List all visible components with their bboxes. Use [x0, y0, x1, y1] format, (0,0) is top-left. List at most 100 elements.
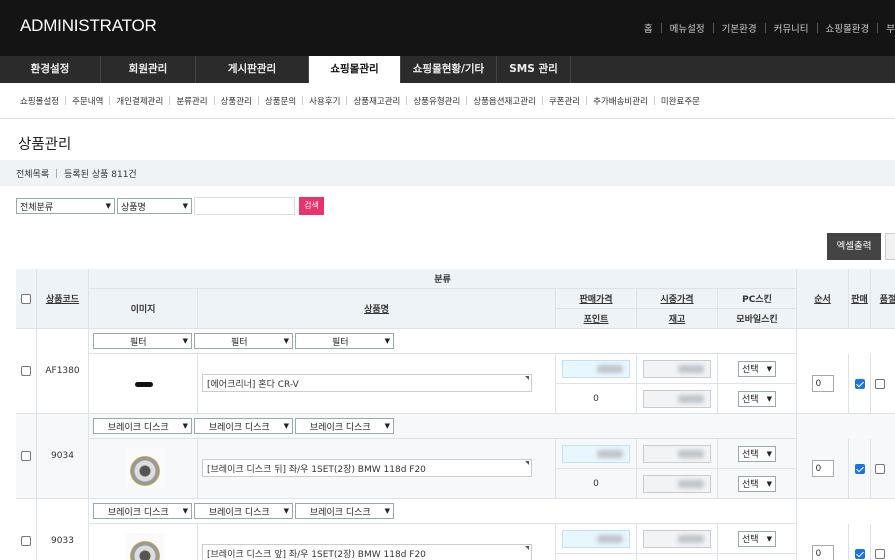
header-order[interactable]: 순서 [797, 269, 849, 329]
market-price-input[interactable] [643, 360, 711, 378]
sale-cell [849, 354, 871, 414]
all-list-link[interactable]: 전체목록 [16, 167, 49, 180]
disc-outer [130, 541, 160, 560]
sub-nav-item-11[interactable]: 추가배송비관리 [593, 95, 648, 107]
product-name-input[interactable]: [에어크리너] 혼다 CR-V [202, 374, 532, 392]
header-name[interactable]: 상품명 [198, 289, 556, 329]
row-checkbox[interactable] [21, 451, 31, 461]
sub-nav: 쇼핑몰설정 주문내역 개인결제관리 분류관리 상품관리 상품문의 사용후기 상품재고관리 상품유… [0, 83, 895, 119]
point-cell: 0 [556, 554, 637, 560]
market-price-input[interactable] [643, 530, 711, 548]
main-nav-tab-0[interactable]: 환경설정 [0, 56, 101, 83]
brake-disc-image [125, 533, 165, 560]
category-select-1[interactable]: 브레이크 디스크 ▼ [93, 418, 192, 434]
sub-nav-item-12[interactable]: 미완료주문 [661, 95, 700, 107]
stock-input[interactable] [643, 390, 711, 408]
soldout-checkbox[interactable] [875, 463, 885, 474]
sub-nav-item-6[interactable]: 사용후기 [309, 95, 340, 107]
category-select[interactable]: 전체분류 ▼ [16, 198, 115, 214]
mobile-skin-value: 선택 [742, 395, 759, 405]
category-select-2[interactable]: 브레이크 디스크 ▼ [194, 418, 293, 434]
category-select-2[interactable]: 필터 ▼ [194, 333, 293, 349]
market-price-input[interactable] [643, 445, 711, 463]
page-title: 상품관리 [18, 137, 72, 153]
category-select-3[interactable]: 브레이크 디스크 ▼ [295, 503, 394, 519]
header-point[interactable]: 포인트 [556, 309, 637, 329]
soldout-checkbox[interactable] [875, 378, 885, 389]
price-input[interactable] [562, 360, 630, 378]
extra-button[interactable] [885, 233, 895, 260]
main-nav-tab-2[interactable]: 게시판관리 [196, 56, 309, 83]
field-select[interactable]: 상품명 ▼ [117, 198, 192, 214]
sub-nav-item-3[interactable]: 분류관리 [176, 95, 207, 107]
top-link-2[interactable]: 기본환경 [722, 21, 757, 35]
row-checkbox[interactable] [21, 536, 31, 546]
main-nav-tab-4[interactable]: 쇼핑몰현황/기타 [401, 56, 497, 83]
category-select-3[interactable]: 필터 ▼ [295, 333, 394, 349]
category-select-1[interactable]: 필터 ▼ [93, 333, 192, 349]
category-select-value: 브레이크 디스크 [107, 507, 169, 518]
top-link-3[interactable]: 커뮤니티 [774, 21, 809, 35]
sub-nav-item-1[interactable]: 주문내역 [72, 95, 103, 107]
sub-nav-divider [213, 96, 215, 105]
main-nav-tab-5[interactable]: SMS 관리 [497, 56, 571, 83]
sub-nav-item-9[interactable]: 상품옵션재고관리 [473, 95, 536, 107]
sale-checkbox[interactable] [854, 378, 865, 389]
main-nav-tab-1[interactable]: 회원관리 [101, 56, 196, 83]
header-market-price[interactable]: 시중가격 [637, 289, 718, 309]
top-link-1[interactable]: 메뉴설정 [670, 21, 705, 35]
product-name-input[interactable]: [브레이크 디스크 뒤] 좌/우 1SET(2장) BMW 118d F20 [202, 459, 532, 477]
search-input[interactable] [194, 197, 295, 215]
category-select-value: 필터 [332, 337, 349, 348]
top-link-0[interactable]: 홈 [644, 21, 653, 35]
sale-checkbox[interactable] [854, 548, 865, 559]
product-name-input[interactable]: [브레이크 디스크 앞] 좌/우 1SET(2장) BMW 118d F20 [202, 544, 532, 560]
pc-skin-select[interactable]: 선택 ▼ [738, 445, 776, 462]
pc-skin-select[interactable]: 선택 ▼ [738, 530, 776, 547]
sub-nav-item-4[interactable]: 상품관리 [221, 95, 252, 107]
stock-input[interactable] [643, 475, 711, 493]
sub-nav-item-2[interactable]: 개인결제관리 [116, 95, 163, 107]
header-pc-skin: PC스킨 [718, 289, 797, 309]
sub-nav-item-0[interactable]: 쇼핑몰설정 [20, 95, 59, 107]
pc-skin-select[interactable]: 선택 ▼ [738, 360, 776, 377]
product-code: 9034 [37, 414, 89, 499]
top-link-5[interactable]: 부 [886, 21, 895, 35]
excel-export-button[interactable]: 엑셀출력 [827, 233, 881, 260]
row-checkbox[interactable] [21, 366, 31, 376]
main-nav: 환경설정 회원관리 게시판관리 쇼핑몰관리 쇼핑몰현황/기타 SMS 관리 [0, 56, 895, 83]
price-input[interactable] [562, 530, 630, 548]
category-select-1[interactable]: 브레이크 디스크 ▼ [93, 503, 192, 519]
header-price[interactable]: 판매가격 [556, 289, 637, 309]
header-stock[interactable]: 재고 [637, 309, 718, 329]
main-nav-tab-3[interactable]: 쇼핑몰관리 [309, 56, 401, 83]
select-all-cell [16, 269, 37, 329]
brand-logo[interactable]: ADMINISTRATOR [20, 16, 157, 36]
soldout-cell [871, 354, 895, 414]
chevron-down-icon: ▼ [182, 337, 188, 345]
order-input[interactable]: 0 [811, 545, 834, 560]
header-sale[interactable]: 판매 [849, 269, 871, 329]
top-link-4[interactable]: 쇼핑몰환경 [826, 21, 870, 35]
price-input[interactable] [562, 445, 630, 463]
mobile-skin-select[interactable]: 선택 ▼ [738, 390, 776, 407]
sale-checkbox[interactable] [854, 463, 865, 474]
order-input[interactable]: 0 [811, 460, 834, 477]
header-soldout[interactable]: 품절 [871, 269, 895, 329]
category-select-2[interactable]: 브레이크 디스크 ▼ [194, 503, 293, 519]
sub-nav-item-5[interactable]: 상품문의 [265, 95, 296, 107]
order-input[interactable]: 0 [811, 375, 834, 392]
row-checkbox-cell [16, 414, 37, 499]
header-sale-text: 판매 [851, 295, 868, 305]
search-button[interactable]: 검색 [299, 197, 324, 215]
mobile-skin-select[interactable]: 선택 ▼ [738, 475, 776, 492]
select-all-checkbox[interactable] [21, 293, 31, 304]
category-select-3[interactable]: 브레이크 디스크 ▼ [295, 418, 394, 434]
sub-nav-item-8[interactable]: 상품유형관리 [413, 95, 460, 107]
sub-nav-item-10[interactable]: 쿠폰관리 [549, 95, 580, 107]
soldout-checkbox[interactable] [875, 548, 885, 559]
header-category-text: 분류 [434, 275, 451, 285]
header-code[interactable]: 상품코드 [37, 269, 89, 329]
chevron-down-icon: ▼ [766, 449, 772, 458]
sub-nav-item-7[interactable]: 상품재고관리 [353, 95, 400, 107]
